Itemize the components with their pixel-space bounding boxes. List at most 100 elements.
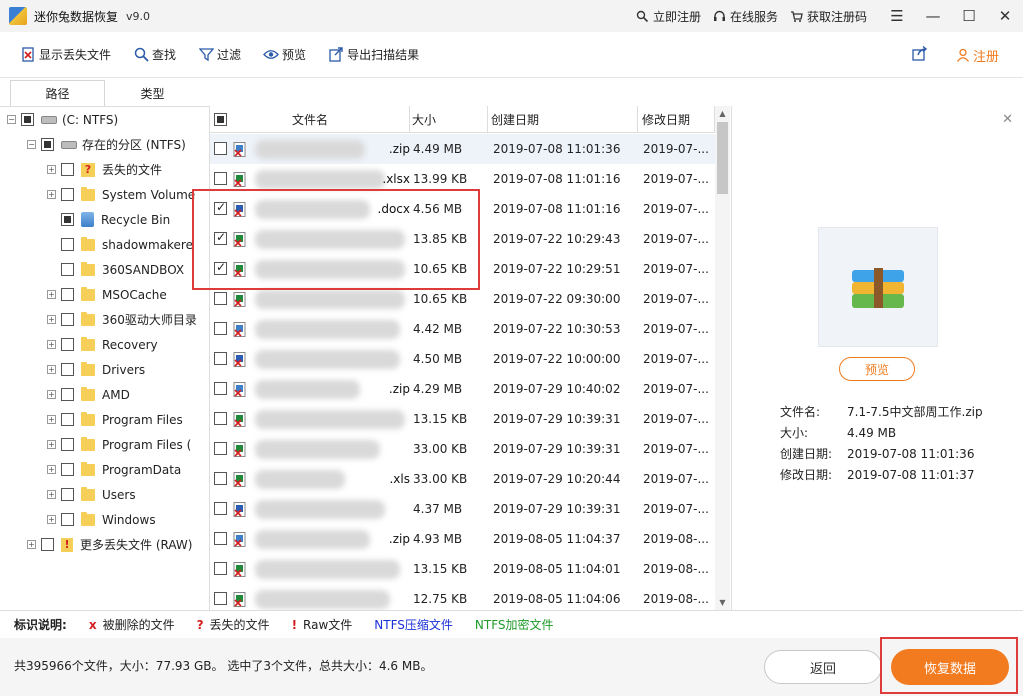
show-lost-files-button[interactable]: 显示丢失文件: [20, 46, 111, 63]
tree-checkbox[interactable]: [21, 113, 34, 126]
tree-item-program-files[interactable]: + Program Files: [47, 407, 183, 432]
tree-item-lost-files[interactable]: + ? 丢失的文件: [47, 157, 162, 182]
close-preview-icon[interactable]: ✕: [1002, 112, 1013, 127]
expand-icon[interactable]: +: [47, 465, 56, 474]
file-checkbox[interactable]: [214, 532, 227, 545]
file-row[interactable]: 13.15 KB 2019-07-29 10:39:31 2019-07-...: [210, 404, 715, 434]
register-now-link[interactable]: 立即注册: [636, 8, 701, 25]
tree-item-amd[interactable]: + AMD: [47, 382, 130, 407]
file-checkbox[interactable]: [214, 352, 227, 365]
tab-path[interactable]: 路径: [10, 80, 105, 106]
scroll-down-icon[interactable]: ▼: [715, 595, 730, 610]
register-button[interactable]: 注册: [956, 46, 999, 65]
tree-checkbox[interactable]: [61, 213, 74, 226]
vertical-scrollbar[interactable]: ▲ ▼: [715, 106, 730, 610]
tree-item-partition[interactable]: − 存在的分区 (NTFS): [27, 132, 186, 157]
preview-file-button[interactable]: 预览: [839, 357, 915, 381]
close-button[interactable]: ✕: [987, 0, 1023, 32]
tree-item-system-volume[interactable]: + System Volume: [47, 182, 195, 207]
tree-checkbox[interactable]: [61, 288, 74, 301]
file-checkbox[interactable]: [214, 502, 227, 515]
tree-item-program-files-x86[interactable]: + Program Files (: [47, 432, 191, 457]
file-checkbox[interactable]: [214, 172, 227, 185]
collapse-icon[interactable]: −: [7, 115, 16, 124]
file-checkbox[interactable]: [214, 382, 227, 395]
tree-item-recovery[interactable]: + Recovery: [47, 332, 158, 357]
tree-checkbox[interactable]: [61, 513, 74, 526]
filter-button[interactable]: 过滤: [198, 46, 241, 63]
tree-item-raw-files[interactable]: + ! 更多丢失文件 (RAW): [27, 532, 192, 557]
file-checkbox[interactable]: [214, 142, 227, 155]
column-size[interactable]: 大小: [410, 106, 488, 133]
select-all-checkbox[interactable]: [214, 113, 227, 126]
scroll-thumb[interactable]: [717, 122, 728, 194]
maximize-button[interactable]: ☐: [951, 0, 987, 32]
tree-checkbox[interactable]: [41, 538, 54, 551]
file-checkbox[interactable]: [214, 322, 227, 335]
expand-icon[interactable]: +: [47, 515, 56, 524]
tree-checkbox[interactable]: [61, 313, 74, 326]
tree-checkbox[interactable]: [41, 138, 54, 151]
expand-icon[interactable]: +: [47, 290, 56, 299]
column-name[interactable]: 文件名: [210, 106, 410, 133]
expand-icon[interactable]: +: [47, 340, 56, 349]
expand-icon[interactable]: +: [47, 415, 56, 424]
column-created[interactable]: 创建日期: [488, 106, 638, 133]
tree-item-msocache[interactable]: + MSOCache: [47, 282, 167, 307]
minimize-button[interactable]: —: [915, 0, 951, 32]
file-row[interactable]: .zip 4.49 MB 2019-07-08 11:01:36 2019-07-..…: [210, 134, 715, 164]
tree-item-drivers[interactable]: + Drivers: [47, 357, 145, 382]
tree-checkbox[interactable]: [61, 188, 74, 201]
get-code-link[interactable]: 获取注册码: [790, 8, 867, 25]
back-button[interactable]: 返回: [764, 650, 882, 684]
expand-icon[interactable]: +: [27, 540, 36, 549]
file-row[interactable]: 13.15 KB 2019-08-05 11:04:01 2019-08-...: [210, 554, 715, 584]
file-checkbox[interactable]: [214, 592, 227, 605]
tree-item-c-drive[interactable]: − (C: NTFS): [7, 107, 118, 132]
tree-checkbox[interactable]: [61, 363, 74, 376]
tree-checkbox[interactable]: [61, 238, 74, 251]
file-row[interactable]: 4.37 MB 2019-07-29 10:39:31 2019-07-...: [210, 494, 715, 524]
preview-button[interactable]: 预览: [263, 46, 306, 63]
file-checkbox[interactable]: [214, 472, 227, 485]
tree-item-shadowmaker[interactable]: shadowmakere: [61, 232, 193, 257]
file-checkbox[interactable]: [214, 412, 227, 425]
expand-icon[interactable]: +: [47, 440, 56, 449]
tree-item-360-driver[interactable]: + 360驱动大师目录: [47, 307, 197, 332]
expand-icon[interactable]: +: [47, 190, 56, 199]
expand-icon[interactable]: +: [47, 365, 56, 374]
tree-checkbox[interactable]: [61, 338, 74, 351]
tree-checkbox[interactable]: [61, 163, 74, 176]
online-service-link[interactable]: 在线服务: [713, 8, 778, 25]
export-results-button[interactable]: 导出扫描结果: [328, 46, 419, 63]
share-icon[interactable]: [912, 45, 928, 64]
file-checkbox[interactable]: [214, 562, 227, 575]
file-checkbox[interactable]: [214, 292, 227, 305]
find-button[interactable]: 查找: [133, 46, 176, 63]
scroll-up-icon[interactable]: ▲: [715, 106, 730, 121]
expand-icon[interactable]: +: [47, 390, 56, 399]
tree-checkbox[interactable]: [61, 413, 74, 426]
tree-item-windows[interactable]: + Windows: [47, 507, 156, 532]
file-row[interactable]: .zip 4.93 MB 2019-08-05 11:04:37 2019-08-..…: [210, 524, 715, 554]
tab-type[interactable]: 类型: [105, 80, 200, 106]
collapse-icon[interactable]: −: [27, 140, 36, 149]
file-row[interactable]: 4.50 MB 2019-07-22 10:00:00 2019-07-...: [210, 344, 715, 374]
tree-checkbox[interactable]: [61, 488, 74, 501]
menu-button[interactable]: ☰: [879, 0, 915, 32]
tree-checkbox[interactable]: [61, 438, 74, 451]
tree-item-recycle-bin[interactable]: Recycle Bin: [61, 207, 171, 232]
tree-item-users[interactable]: + Users: [47, 482, 136, 507]
column-modified[interactable]: 修改日期: [638, 106, 715, 133]
tree-item-360sandbox[interactable]: 360SANDBOX: [61, 257, 184, 282]
expand-icon[interactable]: +: [47, 315, 56, 324]
file-row[interactable]: .xls 33.00 KB 2019-07-29 10:20:44 2019-07-.…: [210, 464, 715, 494]
tree-checkbox[interactable]: [61, 388, 74, 401]
expand-icon[interactable]: +: [47, 165, 56, 174]
tree-checkbox[interactable]: [61, 463, 74, 476]
file-checkbox[interactable]: [214, 442, 227, 455]
file-row[interactable]: .zip 4.29 MB 2019-07-29 10:40:02 2019-07-..…: [210, 374, 715, 404]
file-row[interactable]: 4.42 MB 2019-07-22 10:30:53 2019-07-...: [210, 314, 715, 344]
expand-icon[interactable]: +: [47, 490, 56, 499]
file-row[interactable]: 33.00 KB 2019-07-29 10:39:31 2019-07-...: [210, 434, 715, 464]
